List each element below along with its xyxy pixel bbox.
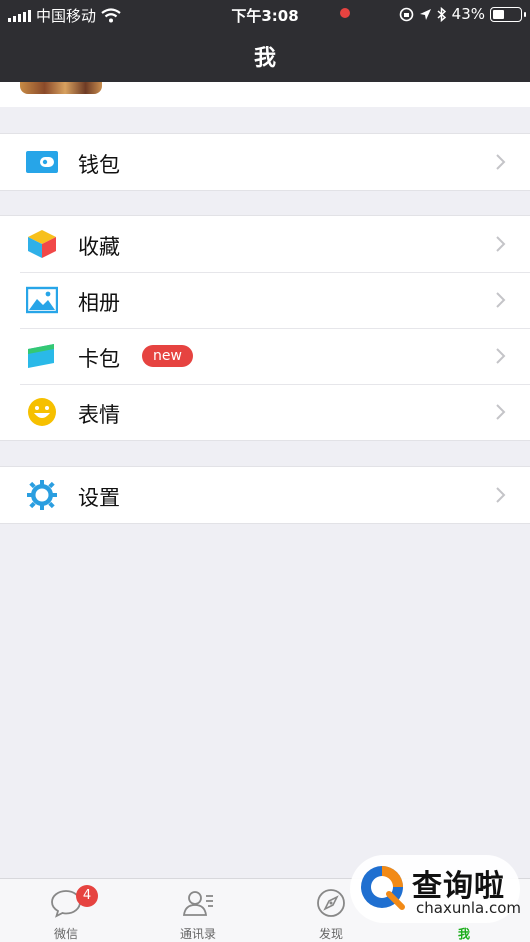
discover-dot-badge [340,8,350,18]
tab-label: 我 [457,927,470,941]
cube-icon [28,230,56,258]
menu-item-label: 卡包 [78,347,120,371]
wallet-icon [26,151,58,173]
watermark-subtitle: chaxunla.com [416,899,521,917]
compass-icon [317,889,345,917]
battery-percent: 43% [451,5,485,23]
profile-header[interactable] [0,82,530,107]
menu-item-cards[interactable]: 卡包 new [0,328,530,384]
magnifier-logo-icon [361,866,405,910]
photo-album-icon [26,286,58,314]
chevron-right-icon [496,154,506,170]
menu-item-album[interactable]: 相册 [0,272,530,328]
main-section: 收藏 相册 卡包 new 表情 [0,215,530,441]
battery-icon [490,6,526,22]
location-icon [419,8,431,20]
tab-label: 通讯录 [179,927,216,941]
menu-item-label: 设置 [78,486,120,510]
chevron-right-icon [496,292,506,308]
status-bar: 中国移动 下午3:08 43% [0,0,530,28]
tab-label: 发现 [318,927,343,941]
gear-icon [27,480,57,510]
chevron-right-icon [496,236,506,252]
avatar[interactable] [20,82,102,94]
card-wallet-icon [28,344,54,368]
menu-item-label: 收藏 [78,235,120,259]
contacts-icon [182,891,213,916]
bluetooth-icon [437,6,446,22]
top-bar: 中国移动 下午3:08 43% 我 [0,0,530,82]
menu-item-label: 钱包 [78,153,120,177]
smiley-icon [28,398,56,426]
menu-item-label: 相册 [78,291,120,315]
menu-item-label: 表情 [78,403,120,427]
page-title: 我 [253,46,276,71]
rotation-lock-icon [399,7,413,21]
chevron-right-icon [496,348,506,364]
tab-label: 微信 [53,927,78,941]
settings-section: 设置 [0,466,530,524]
tab-chats[interactable]: 4 微信 [0,879,132,942]
wallet-section: 钱包 [0,133,530,191]
new-badge: new [142,345,193,367]
unread-badge: 4 [76,885,98,907]
menu-item-settings[interactable]: 设置 [0,467,530,523]
menu-item-favorites[interactable]: 收藏 [0,216,530,272]
tab-contacts[interactable]: 通讯录 [132,879,264,942]
menu-item-wallet[interactable]: 钱包 [0,134,530,190]
menu-item-stickers[interactable]: 表情 [0,384,530,440]
chevron-right-icon [496,404,506,420]
chevron-right-icon [496,487,506,503]
watermark: 查询啦 chaxunla.com [350,855,521,923]
